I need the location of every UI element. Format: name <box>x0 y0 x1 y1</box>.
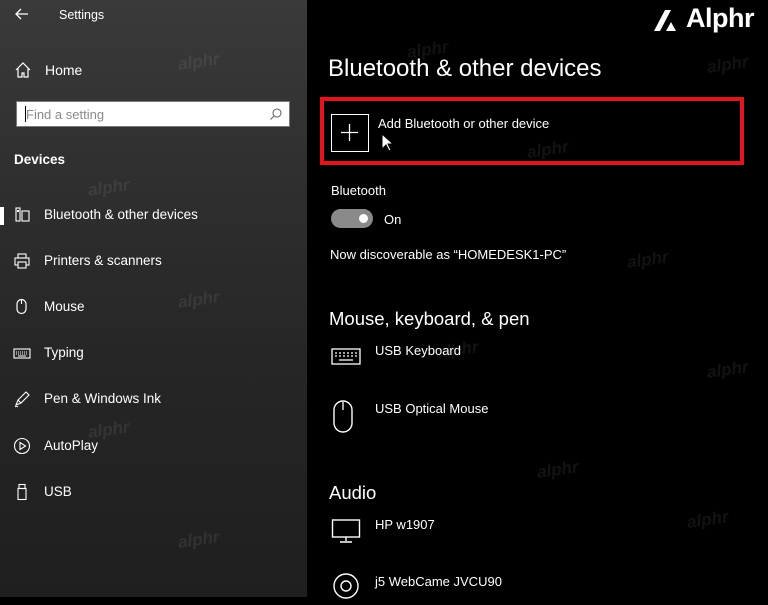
section-title-devices: Devices <box>14 152 66 167</box>
sidebar-item-label: Typing <box>44 345 84 360</box>
sidebar-item-typing[interactable]: Typing <box>0 337 307 371</box>
webcam-icon <box>331 572 361 605</box>
home-label: Home <box>45 62 83 78</box>
watermark: alphr <box>535 457 580 482</box>
add-device-label[interactable]: Add Bluetooth or other device <box>378 116 549 131</box>
watermark: alphr <box>86 175 131 200</box>
sidebar-item-label: Pen & Windows Ink <box>44 391 162 406</box>
device-hp-monitor[interactable]: HP w1907 <box>375 517 435 532</box>
keyboard-icon <box>13 344 31 362</box>
mouse-cursor-icon <box>381 133 395 152</box>
sidebar-item-label: Mouse <box>44 299 85 314</box>
alphr-logo-icon <box>654 10 676 31</box>
brand-name: Alphr <box>686 3 755 33</box>
printer-icon <box>13 252 31 270</box>
toggle-knob <box>359 214 368 223</box>
mouse-icon <box>331 399 357 440</box>
sidebar-item-pen[interactable]: Pen & Windows Ink <box>0 383 307 417</box>
device-webcam[interactable]: j5 WebCame JVCU90 <box>375 574 502 589</box>
sidebar-item-label: USB <box>44 484 72 499</box>
section-title-audio: Audio <box>329 482 377 503</box>
autoplay-icon <box>13 437 31 455</box>
back-arrow-icon[interactable] <box>12 4 32 24</box>
bluetooth-toggle[interactable] <box>331 209 373 228</box>
sidebar-item-bluetooth[interactable]: Bluetooth & other devices <box>0 199 307 233</box>
search-icon[interactable] <box>269 107 283 121</box>
search-input[interactable]: Find a setting <box>16 101 290 127</box>
page-title: Bluetooth & other devices <box>328 55 602 82</box>
selection-indicator <box>0 207 4 225</box>
usb-icon <box>13 483 31 501</box>
brand-logo: Alphr <box>652 2 760 36</box>
watermark: alphr <box>625 247 670 272</box>
bluetooth-label: Bluetooth <box>331 183 386 198</box>
sidebar-item-usb[interactable]: USB <box>0 476 307 510</box>
sidebar-item-label: Printers & scanners <box>44 253 162 268</box>
sidebar-item-label: AutoPlay <box>44 438 99 453</box>
watermark: alphr <box>685 507 730 532</box>
bluetooth-state: On <box>384 212 402 227</box>
watermark: alphr <box>176 527 221 552</box>
pen-icon <box>13 390 31 408</box>
window-title: Settings <box>59 8 105 22</box>
monitor-icon <box>331 518 361 549</box>
keyboard-icon <box>331 344 361 373</box>
discoverable-text: Now discoverable as “HOMEDESK1-PC” <box>330 247 567 262</box>
sidebar-item-mouse[interactable]: Mouse <box>0 291 307 325</box>
sidebar: Settings Home Find a setting Devices Blu… <box>0 0 307 597</box>
search-placeholder: Find a setting <box>26 107 105 122</box>
highlight-box <box>320 97 744 165</box>
watermark: alphr <box>705 52 750 77</box>
mouse-icon <box>13 298 31 316</box>
home-icon <box>14 61 32 79</box>
sidebar-item-printers[interactable]: Printers & scanners <box>0 245 307 279</box>
watermark: alphr <box>705 357 750 382</box>
main-panel: Alphr Bluetooth & other devices Add Blue… <box>307 0 768 599</box>
device-usb-keyboard[interactable]: USB Keyboard <box>375 343 461 358</box>
bluetooth-devices-icon <box>13 206 31 224</box>
device-usb-mouse[interactable]: USB Optical Mouse <box>375 401 488 416</box>
title-bar: Settings <box>0 0 307 32</box>
plus-icon <box>341 124 358 141</box>
sidebar-item-label: Bluetooth & other devices <box>44 207 198 222</box>
add-device-button[interactable] <box>331 114 369 152</box>
sidebar-item-autoplay[interactable]: AutoPlay <box>0 430 307 464</box>
nav-home[interactable]: Home <box>0 56 307 84</box>
section-title-input-devices: Mouse, keyboard, & pen <box>329 308 530 329</box>
